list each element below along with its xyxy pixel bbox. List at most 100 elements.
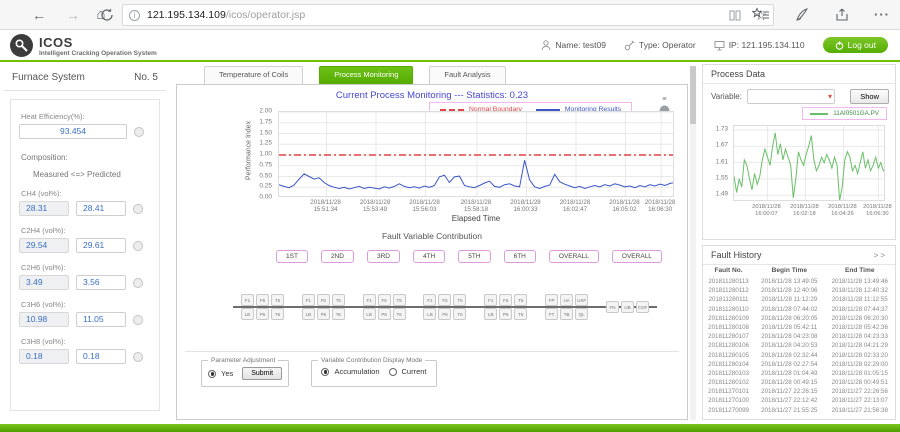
variable-chip[interactable]: USF (575, 294, 588, 306)
variable-chip[interactable]: F5 (499, 294, 512, 306)
submit-button[interactable]: Submit (242, 367, 282, 380)
variable-chip[interactable]: P6 (256, 308, 269, 320)
fault-history-row[interactable]: 201811280109 2018/11/28 06:20:05 2018/11… (703, 314, 895, 323)
fault-order-button[interactable]: 6TH (504, 250, 536, 263)
fault-history-row[interactable]: 201811280106 2018/11/28 04:20:53 2018/11… (703, 341, 895, 350)
gas-predicted-input[interactable]: 28.41 (76, 201, 126, 216)
variable-chip[interactable]: LB (241, 308, 254, 320)
variable-chip[interactable]: P6 (317, 308, 330, 320)
fault-history-row[interactable]: 201811280111 2018/11/28 11:12:29 2018/11… (703, 295, 895, 304)
fault-history-row[interactable]: 201811280110 2018/11/28 07:44:02 2018/11… (703, 305, 895, 314)
fault-history-row[interactable]: 201811280105 2018/11/28 02:32:44 2018/11… (703, 351, 895, 360)
fault-order-button[interactable]: OVERALL (612, 250, 662, 263)
variable-chip[interactable]: T5 (332, 294, 345, 306)
gas-predicted-input[interactable]: 11.05 (76, 312, 126, 327)
main-tab[interactable]: Process Monitoring (319, 66, 413, 84)
favorites-bar-icon[interactable] (752, 7, 770, 23)
reading-view-icon[interactable] (728, 8, 742, 22)
variable-chip[interactable]: P6 (499, 308, 512, 320)
gas-info-icon[interactable] (133, 204, 143, 214)
heat-efficiency-input[interactable]: 93.454 (19, 124, 127, 139)
fault-history-row[interactable]: 201811270101 2018/11/27 22:26:15 2018/11… (703, 387, 895, 396)
current-radio[interactable] (389, 368, 397, 376)
variable-chip[interactable]: FP (545, 294, 558, 306)
variable-chip[interactable]: LB (484, 308, 497, 320)
variable-chip[interactable]: T6 (453, 308, 466, 320)
address-bar[interactable]: i 121.195.134.109/icos/operator.jsp ☆ (122, 4, 774, 26)
variable-chip[interactable]: T5 (271, 294, 284, 306)
variable-chip[interactable]: T5 (514, 294, 527, 306)
variable-chip[interactable]: UB (621, 301, 634, 313)
variable-chip[interactable]: F5 (256, 294, 269, 306)
fault-history-row[interactable]: 201811280102 2018/11/28 00:49:15 2018/11… (703, 378, 895, 387)
main-scrollbar-thumb[interactable] (690, 66, 696, 124)
variable-chip[interactable]: T6 (393, 308, 406, 320)
variable-chip[interactable]: F5 (378, 294, 391, 306)
fault-history-row[interactable]: 201811280104 2018/11/28 02:27:54 2018/11… (703, 360, 895, 369)
variable-chip[interactable]: FT (545, 308, 558, 320)
fault-order-button[interactable]: 5TH (458, 250, 490, 263)
variable-chip[interactable]: F1 (484, 294, 497, 306)
gas-predicted-input[interactable]: 0.18 (76, 349, 126, 364)
variable-chip[interactable]: QL (575, 308, 588, 320)
variable-chip[interactable]: F5 (438, 294, 451, 306)
variable-chip[interactable]: P6 (378, 308, 391, 320)
fault-order-button[interactable]: 1ST (276, 250, 308, 263)
variable-chip[interactable]: T5 (453, 294, 466, 306)
variable-chip[interactable]: F5 (317, 294, 330, 306)
variable-chip[interactable]: LB (363, 308, 376, 320)
share-icon[interactable] (834, 7, 850, 23)
fault-history-row[interactable]: 201811270100 2018/11/27 22:12:42 2018/11… (703, 396, 895, 405)
accumulation-radio[interactable] (321, 368, 329, 376)
variable-select[interactable]: ▾ (747, 89, 835, 104)
site-info-icon[interactable]: i (129, 10, 140, 21)
variable-chip[interactable]: T6 (514, 308, 527, 320)
fault-history-row[interactable]: 201811280108 2018/11/28 05:42:11 2018/11… (703, 323, 895, 332)
home-icon[interactable]: ⌂ (90, 4, 112, 26)
fault-begin-time: 2018/11/27 22:26:15 (754, 387, 824, 396)
variable-chip[interactable]: F1 (241, 294, 254, 306)
back-icon[interactable]: ← (28, 4, 50, 26)
variable-chip[interactable]: LB (423, 308, 436, 320)
fault-order-button[interactable]: 2ND (321, 250, 354, 263)
fault-history-row[interactable]: 201811280113 2018/11/28 13:49:05 2018/11… (703, 277, 895, 286)
variable-chip[interactable]: T5 (393, 294, 406, 306)
variable-chip[interactable]: F1 (423, 294, 436, 306)
variable-chip[interactable]: F1 (363, 294, 376, 306)
variable-chip[interactable]: T6 (332, 308, 345, 320)
logout-button[interactable]: Log out (823, 37, 888, 53)
gas-info-icon[interactable] (133, 352, 143, 362)
annotate-pen-icon[interactable] (794, 7, 810, 23)
variable-chip[interactable]: LB (302, 308, 315, 320)
param-yes-radio[interactable] (208, 370, 216, 378)
fault-history-more-link[interactable]: >> (874, 251, 887, 260)
forward-icon[interactable]: → (62, 4, 84, 26)
fault-history-row[interactable]: 201811280107 2018/11/28 04:23:08 2018/11… (703, 332, 895, 341)
variable-chip[interactable]: FN (606, 301, 619, 313)
gas-info-icon[interactable] (133, 315, 143, 325)
variable-chip[interactable]: UA (560, 294, 573, 306)
fault-history-row[interactable]: 201811280103 2018/11/28 01:04:49 2018/11… (703, 369, 895, 378)
variable-chip[interactable]: P6 (438, 308, 451, 320)
gas-predicted-input[interactable]: 3.56 (76, 275, 126, 290)
gas-info-icon[interactable] (133, 241, 143, 251)
fault-order-button[interactable]: 3RD (367, 250, 400, 263)
variable-chip[interactable]: TB (560, 308, 573, 320)
gas-predicted-input[interactable]: 29.61 (76, 238, 126, 253)
main-tab[interactable]: Temperature of Coils (204, 66, 303, 84)
main-tab[interactable]: Fault Analysis (429, 66, 505, 84)
main-scrollbar[interactable] (690, 66, 696, 420)
variable-chip[interactable]: COF (636, 301, 649, 313)
fault-history-row[interactable]: 201811270099 2018/11/27 21:55:25 2018/11… (703, 406, 895, 415)
variable-chip[interactable]: T6 (271, 308, 284, 320)
gas-info-icon[interactable] (133, 278, 143, 288)
url-text[interactable]: 121.195.134.109/icos/operator.jsp (147, 9, 305, 21)
fault-order-button[interactable]: OVERALL (549, 250, 599, 263)
fault-order-button[interactable]: 4TH (413, 250, 445, 263)
fault-history-row[interactable]: 201811280112 2018/11/28 12:40:06 2018/11… (703, 286, 895, 295)
process-series-name: 11AI0501GA.PV (833, 110, 879, 117)
heat-efficiency-info-icon[interactable] (134, 127, 144, 137)
variable-chip[interactable]: F1 (302, 294, 315, 306)
show-button[interactable]: Show (850, 89, 889, 104)
browser-menu-icon[interactable]: ··· (874, 4, 890, 26)
